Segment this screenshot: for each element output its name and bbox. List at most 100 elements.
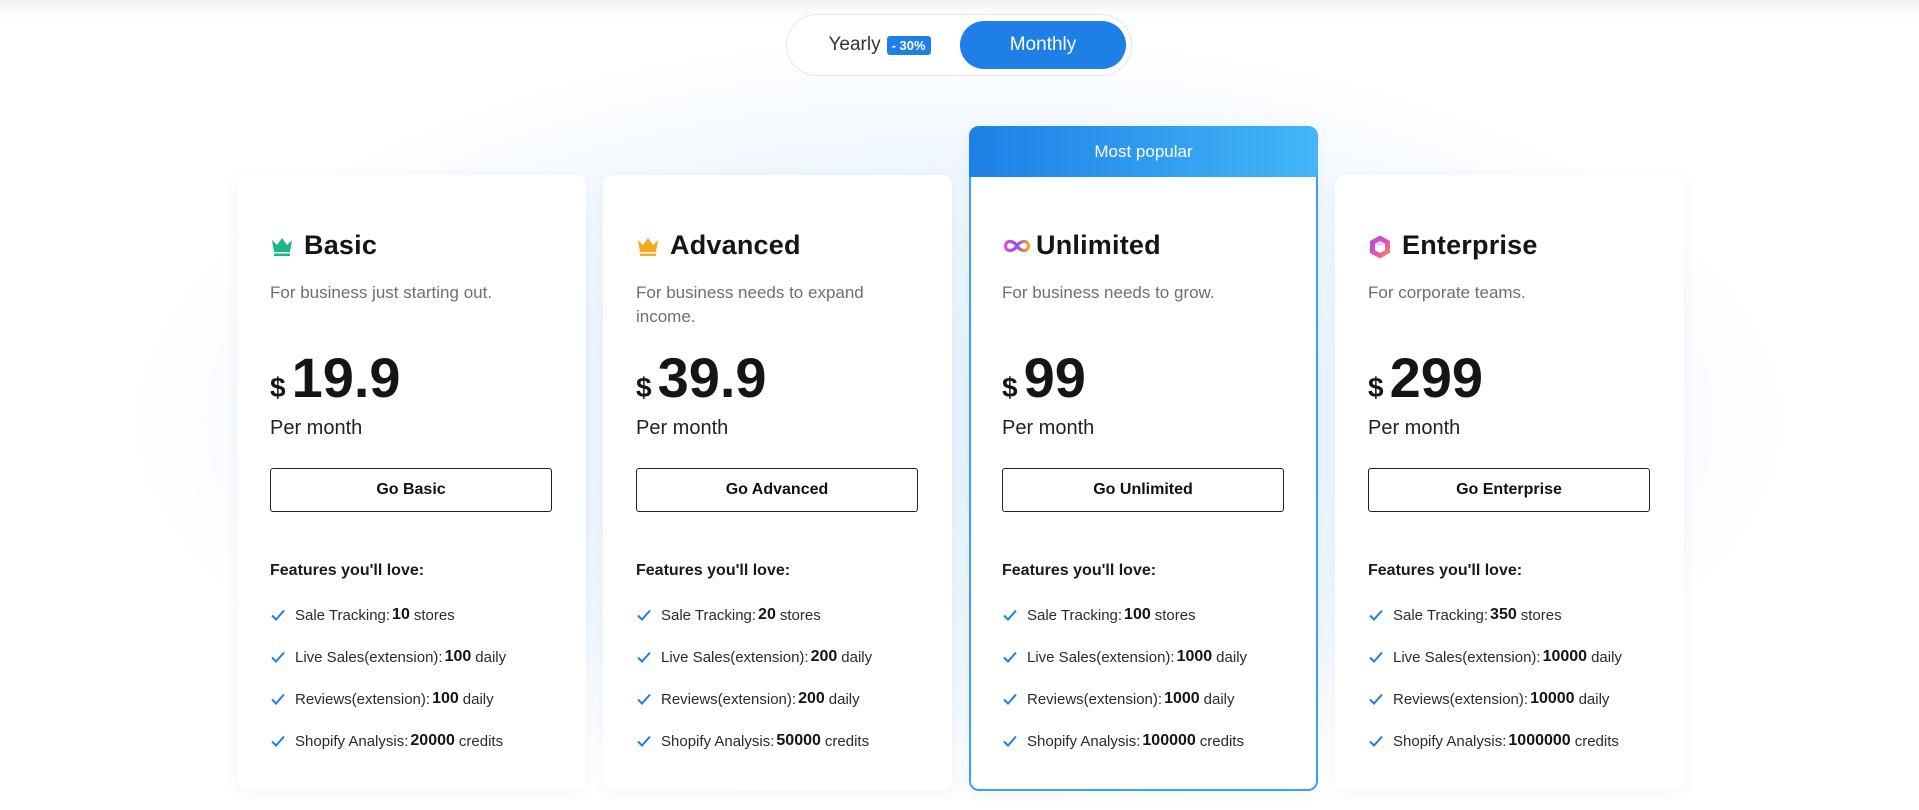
feature-label: Shopify Analysis:	[1027, 732, 1141, 750]
feature-label: Live Sales(extension):	[1393, 648, 1541, 666]
plan-price: 39.9	[657, 346, 767, 409]
check-icon	[1369, 651, 1383, 663]
billing-toggle: Yearly - 30% Monthly	[786, 14, 1132, 76]
feature-value: 200	[810, 648, 838, 665]
monthly-option[interactable]: Monthly	[960, 21, 1126, 69]
feature-item: Shopify Analysis: 20000 credits	[270, 720, 553, 762]
plan-card-basic: Basic For business just starting out. $ …	[237, 175, 586, 790]
go-unlimited-button[interactable]: Go Unlimited	[1002, 468, 1284, 512]
feature-unit: daily	[1578, 690, 1610, 708]
feature-unit: stores	[1520, 606, 1562, 624]
feature-unit: credits	[1199, 732, 1244, 750]
currency-symbol: $	[1002, 372, 1018, 403]
feature-label: Sale Tracking:	[295, 606, 391, 624]
features-heading: Features you'll love:	[270, 562, 425, 579]
feature-value: 100	[444, 648, 472, 665]
feature-unit: credits	[458, 732, 504, 750]
feature-item: Shopify Analysis: 50000 credits	[636, 720, 919, 762]
plan-name: Enterprise	[1402, 230, 1538, 260]
feature-item: Sale Tracking: 10 stores	[270, 594, 553, 636]
feature-value: 10	[392, 606, 410, 623]
feature-value: 20000	[410, 732, 455, 749]
check-icon	[1369, 735, 1383, 747]
plan-price: 299	[1389, 346, 1484, 409]
feature-item: Live Sales(extension): 200 daily	[636, 636, 919, 678]
billing-period: Per month	[1002, 417, 1095, 439]
feature-unit: daily	[462, 690, 494, 708]
currency-symbol: $	[1368, 372, 1384, 403]
check-icon	[1003, 693, 1017, 705]
check-icon	[1369, 693, 1383, 705]
plan-card-enterprise: Enterprise For corporate teams. $ 299 Pe…	[1335, 175, 1684, 790]
feature-value: 100000	[1142, 732, 1196, 749]
feature-label: Live Sales(extension):	[661, 648, 809, 666]
yearly-option[interactable]: Yearly - 30%	[797, 21, 962, 69]
feature-item: Reviews(extension): 1000 daily	[1002, 678, 1285, 720]
plan-description: For business just starting out.	[270, 283, 493, 302]
feature-unit: daily	[841, 648, 873, 666]
plan-name: Unlimited	[1036, 230, 1161, 260]
feature-list: Sale Tracking: 350 stores Live Sales(ext…	[1368, 594, 1651, 762]
check-icon	[271, 651, 285, 663]
feature-label: Reviews(extension):	[661, 690, 797, 708]
feature-label: Live Sales(extension):	[1027, 648, 1175, 666]
crown-icon	[636, 234, 660, 258]
check-icon	[637, 735, 651, 747]
feature-item: Shopify Analysis: 1000000 credits	[1368, 720, 1651, 762]
feature-item: Reviews(extension): 100 daily	[270, 678, 553, 720]
feature-unit: daily	[1591, 648, 1622, 666]
feature-label: Shopify Analysis:	[1393, 732, 1507, 750]
check-icon	[1369, 609, 1383, 621]
check-icon	[1003, 609, 1017, 621]
feature-label: Sale Tracking:	[1393, 606, 1489, 624]
plan-name: Basic	[304, 230, 378, 260]
plan-price: 99	[1023, 346, 1086, 409]
plan-name: Advanced	[670, 230, 801, 260]
feature-value: 10000	[1542, 648, 1588, 665]
feature-label: Reviews(extension):	[1027, 690, 1163, 708]
features-heading: Features you'll love:	[636, 562, 791, 579]
feature-unit: credits	[1574, 732, 1619, 750]
feature-item: Sale Tracking: 350 stores	[1368, 594, 1651, 636]
features-heading: Features you'll love:	[1368, 562, 1523, 579]
feature-unit: stores	[413, 606, 455, 624]
check-icon	[637, 609, 651, 621]
go-enterprise-button[interactable]: Go Enterprise	[1368, 468, 1650, 512]
billing-period: Per month	[1368, 417, 1461, 439]
feature-list: Sale Tracking: 20 stores Live Sales(exte…	[636, 594, 919, 762]
feature-value: 50000	[776, 732, 821, 749]
feature-value: 1000000	[1508, 732, 1571, 749]
feature-value: 100	[1124, 606, 1151, 623]
check-icon	[637, 651, 651, 663]
feature-value: 100	[432, 690, 459, 707]
yearly-label: Yearly	[828, 34, 881, 55]
plan-description: For business needs to grow.	[1002, 283, 1215, 302]
plan-description: For corporate teams.	[1368, 283, 1526, 302]
go-advanced-button[interactable]: Go Advanced	[636, 468, 918, 512]
plan-price: 19.9	[291, 346, 401, 409]
feature-value: 1000	[1176, 648, 1213, 665]
feature-label: Shopify Analysis:	[661, 732, 775, 750]
feature-item: Live Sales(extension): 100 daily	[270, 636, 553, 678]
feature-label: Sale Tracking:	[1027, 606, 1123, 624]
feature-label: Shopify Analysis:	[295, 732, 409, 750]
feature-item: Live Sales(extension): 1000 daily	[1002, 636, 1285, 678]
currency-symbol: $	[636, 372, 652, 403]
feature-unit: daily	[828, 690, 860, 708]
go-basic-button[interactable]: Go Basic	[270, 468, 552, 512]
check-icon	[1003, 735, 1017, 747]
feature-label: Reviews(extension):	[295, 690, 431, 708]
feature-label: Live Sales(extension):	[295, 648, 443, 666]
feature-unit: daily	[475, 648, 507, 666]
feature-label: Sale Tracking:	[661, 606, 757, 624]
most-popular-badge: Most popular	[969, 126, 1318, 177]
feature-list: Sale Tracking: 100 stores Live Sales(ext…	[1002, 594, 1285, 762]
feature-unit: daily	[1216, 648, 1248, 666]
feature-value: 20	[758, 606, 776, 623]
plan-description: For business needs to expand income.	[636, 283, 864, 326]
feature-label: Reviews(extension):	[1393, 690, 1529, 708]
feature-item: Reviews(extension): 200 daily	[636, 678, 919, 720]
monthly-label: Monthly	[1009, 34, 1077, 55]
feature-unit: credits	[824, 732, 870, 750]
feature-item: Live Sales(extension): 10000 daily	[1368, 636, 1651, 678]
